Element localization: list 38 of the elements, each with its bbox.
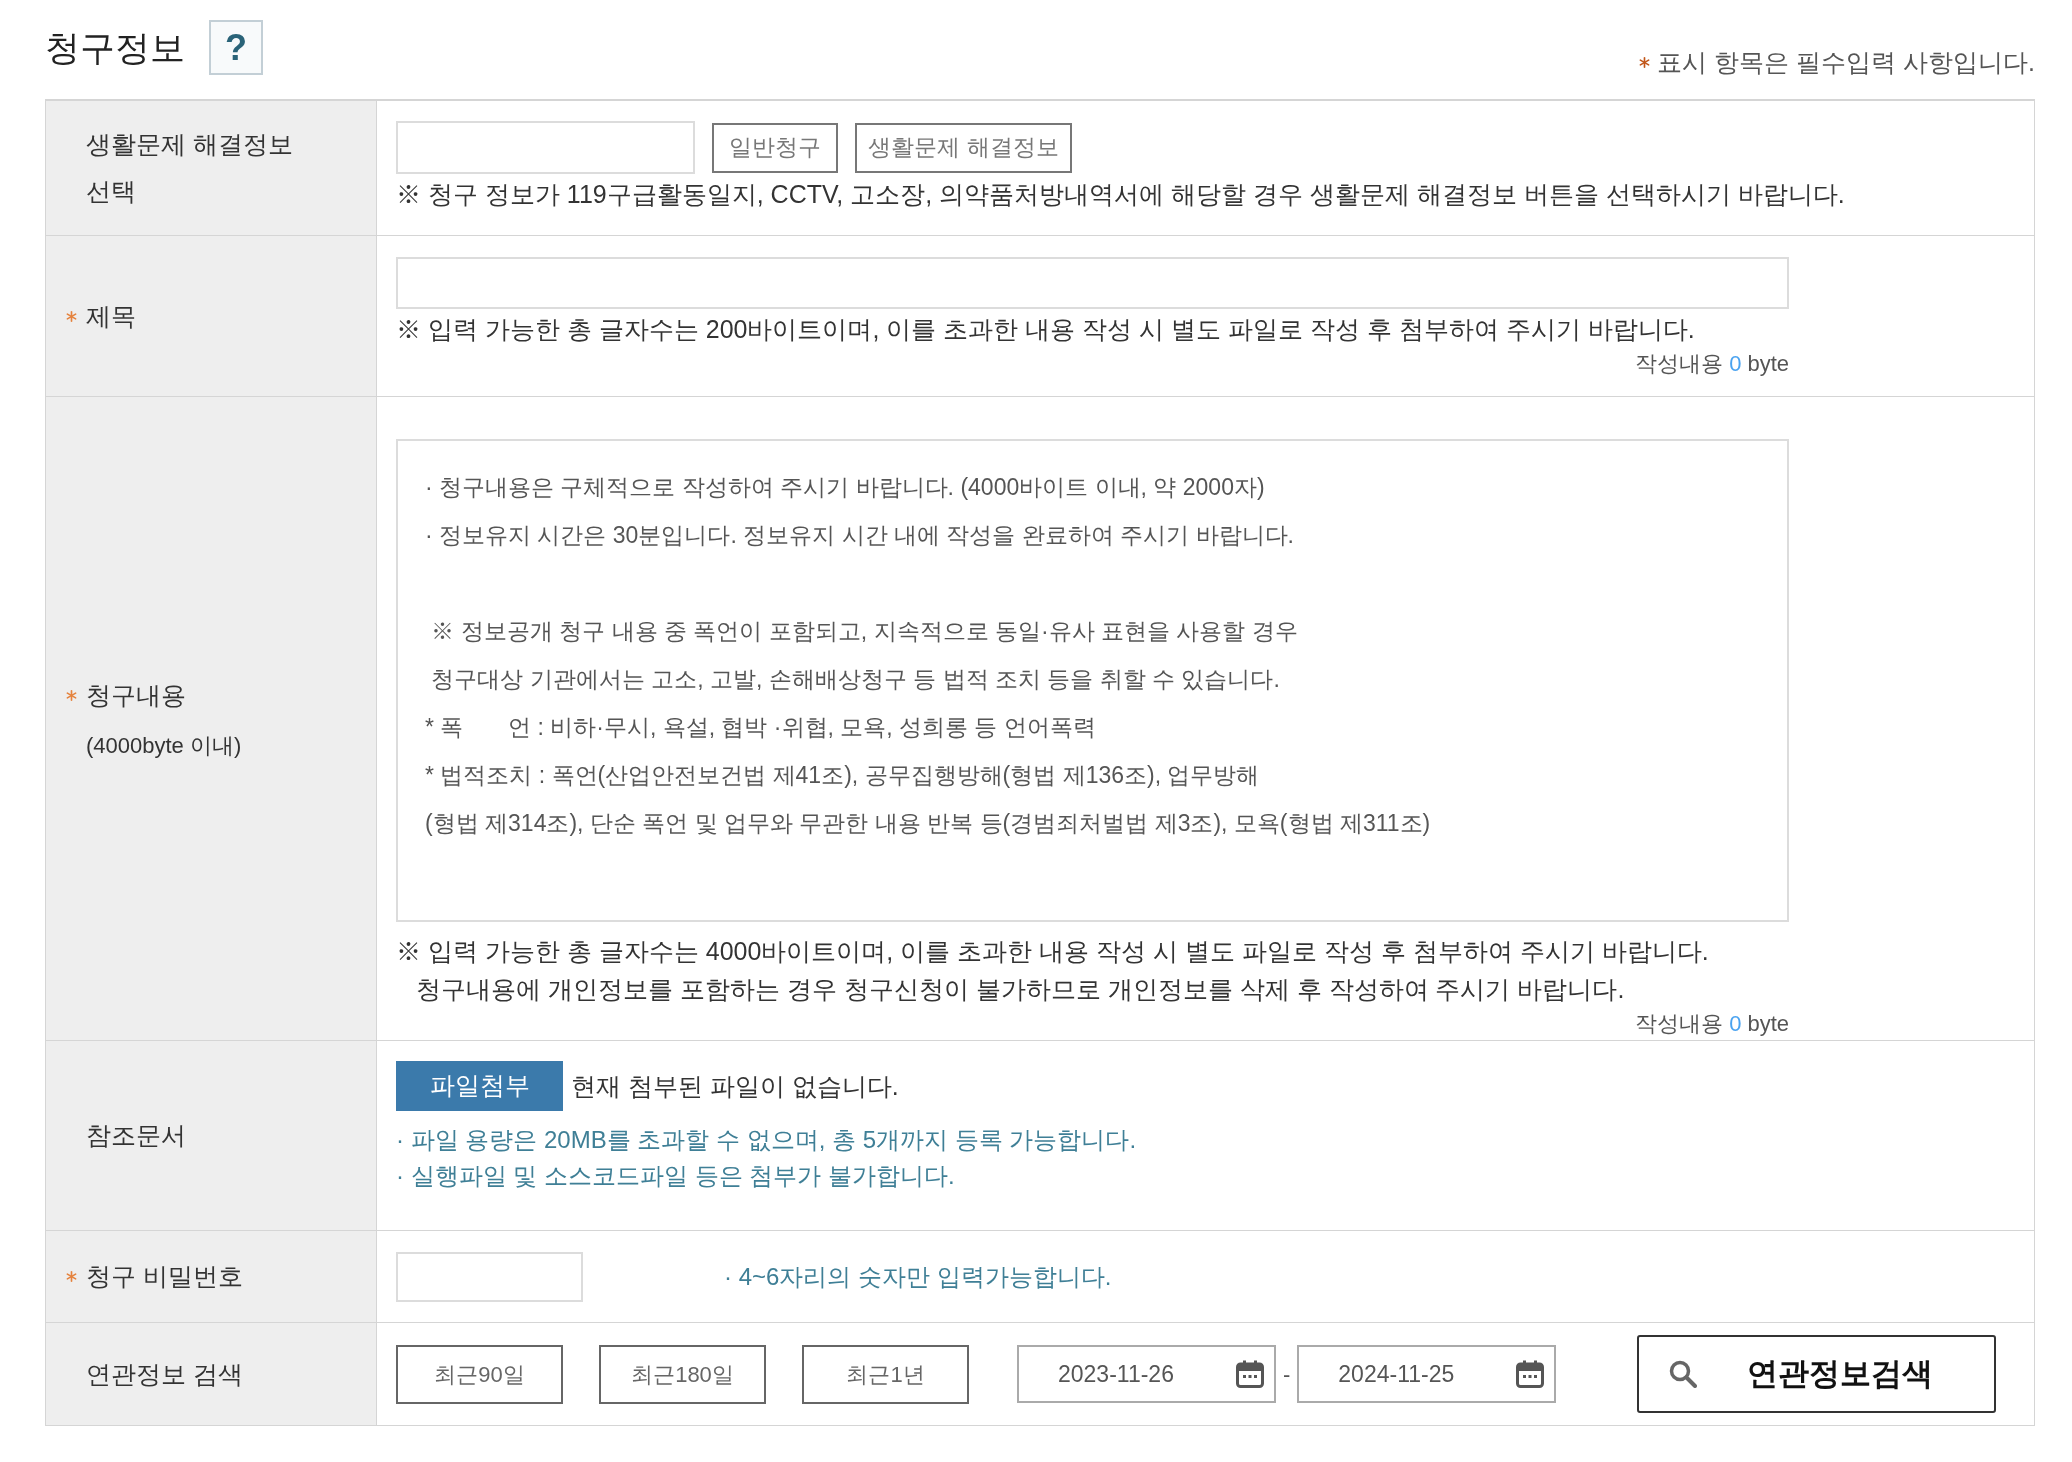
search-icon bbox=[1669, 1360, 1698, 1388]
file-hint: · 파일 용량은 20MB를 초과할 수 없으며, 총 5개까지 등록 가능합니다. bbox=[396, 1125, 1138, 1155]
help-note: ※ 입력 가능한 총 글자수는 4000바이트이며, 이를 초과한 내용 작성 시 별도 파일로 작성 후 첨부하여 주시기 바랍니다. bbox=[396, 936, 1710, 967]
calendar-icon bbox=[1516, 1360, 1545, 1388]
field-sublabel: (4000byte 이내) bbox=[86, 731, 242, 760]
byte-counter: 작성내용 0 byte bbox=[1634, 1010, 1789, 1038]
title-input[interactable] bbox=[396, 257, 1789, 309]
date-field[interactable]: 2023-11-26 bbox=[1017, 1345, 1276, 1403]
asterisk-icon bbox=[1639, 56, 1651, 68]
period-button[interactable]: 최근180일 bbox=[599, 1344, 766, 1404]
period-button[interactable]: 최근1년 bbox=[802, 1344, 969, 1404]
field-label: 청구내용 bbox=[86, 679, 186, 711]
help-note: ※ 입력 가능한 총 글자수는 200바이트이며, 이를 초과한 내용 작성 시 별도 파일로 작성 후 첨부하여 주시기 바랍니다. bbox=[396, 314, 1696, 345]
input-field[interactable] bbox=[396, 121, 695, 174]
related-search-button[interactable]: 연관정보검색 bbox=[1637, 1335, 1997, 1413]
section-title: 청구정보 bbox=[45, 27, 185, 69]
byte-counter: 작성내용 0 byte bbox=[1634, 350, 1789, 378]
field-label: 연관정보 검색 bbox=[86, 1358, 243, 1390]
password-input[interactable] bbox=[396, 1251, 583, 1302]
file-hint: · 실행파일 및 소스코드파일 등은 첨부가 불가합니다. bbox=[396, 1161, 956, 1191]
content-textarea[interactable]: · 청구내용은 구체적으로 작성하여 주시기 바랍니다. (4000바이트 이내, 약 2000자) · 정보유지 시간은 30분입니다. 정보유지 시간 내에 작성을 완료하여 주시기 바랍니다. ※ 정보공개 청구 내용 중 폭언이 포함되고, 지속적으로 동일·유사 표현을 사용할 경우 청구대상 기관에서는 고소, 고발, 손해배상청구 등 법적 조치 등을 취할 수 있습니다. * 폭 언 : 비하·무시, 욕설, 협박 ·위협, 모욕, 성희롱 등 언어폭력 * 법적조치 : 폭언(산업안전보건법 제41조), 공무집행방해(형법 제136조), 업무방해 (형법 제314조), 단순 폭언 및 업무와 무관한 내용 반복 등(경범죄처벌법 제3조), 모욕(형법 제311조) bbox=[396, 439, 1789, 922]
help-button[interactable]: ? bbox=[209, 20, 263, 75]
type-button[interactable]: 일반청구 bbox=[712, 122, 838, 173]
field-label: 청구 비밀번호 bbox=[86, 1261, 243, 1292]
field-label: 생활문제 해결정보 선택 bbox=[86, 129, 294, 207]
date-separator: - bbox=[1283, 1360, 1291, 1389]
field-label: 참조문서 bbox=[86, 1120, 186, 1151]
attach-file-button[interactable]: 파일첨부 bbox=[396, 1061, 563, 1111]
type-button[interactable]: 생활문제 해결정보 bbox=[855, 122, 1072, 173]
date-field[interactable]: 2024-11-25 bbox=[1297, 1345, 1557, 1403]
help-note: 청구내용에 개인정보를 포함하는 경우 청구신청이 불가하므로 개인정보를 삭제 후 작성하여 주시기 바랍니다. bbox=[415, 974, 1626, 1005]
period-button[interactable]: 최근90일 bbox=[396, 1344, 563, 1404]
field-label: 제목 bbox=[86, 300, 136, 332]
attachment-status: 현재 첨부된 파일이 없습니다. bbox=[571, 1071, 899, 1102]
password-hint: · 4~6자리의 숫자만 입력가능합니다. bbox=[724, 1261, 1112, 1292]
required-note: 표시 항목은 필수입력 사항입니다. bbox=[1657, 47, 2035, 78]
calendar-icon bbox=[1236, 1360, 1264, 1388]
help-note: ※ 청구 정보가 119구급활동일지, CCTV, 고소장, 의약품처방내역서에 해당할 경우 생활문제 해결정보 버튼을 선택하시기 바랍니다. bbox=[396, 179, 1846, 210]
